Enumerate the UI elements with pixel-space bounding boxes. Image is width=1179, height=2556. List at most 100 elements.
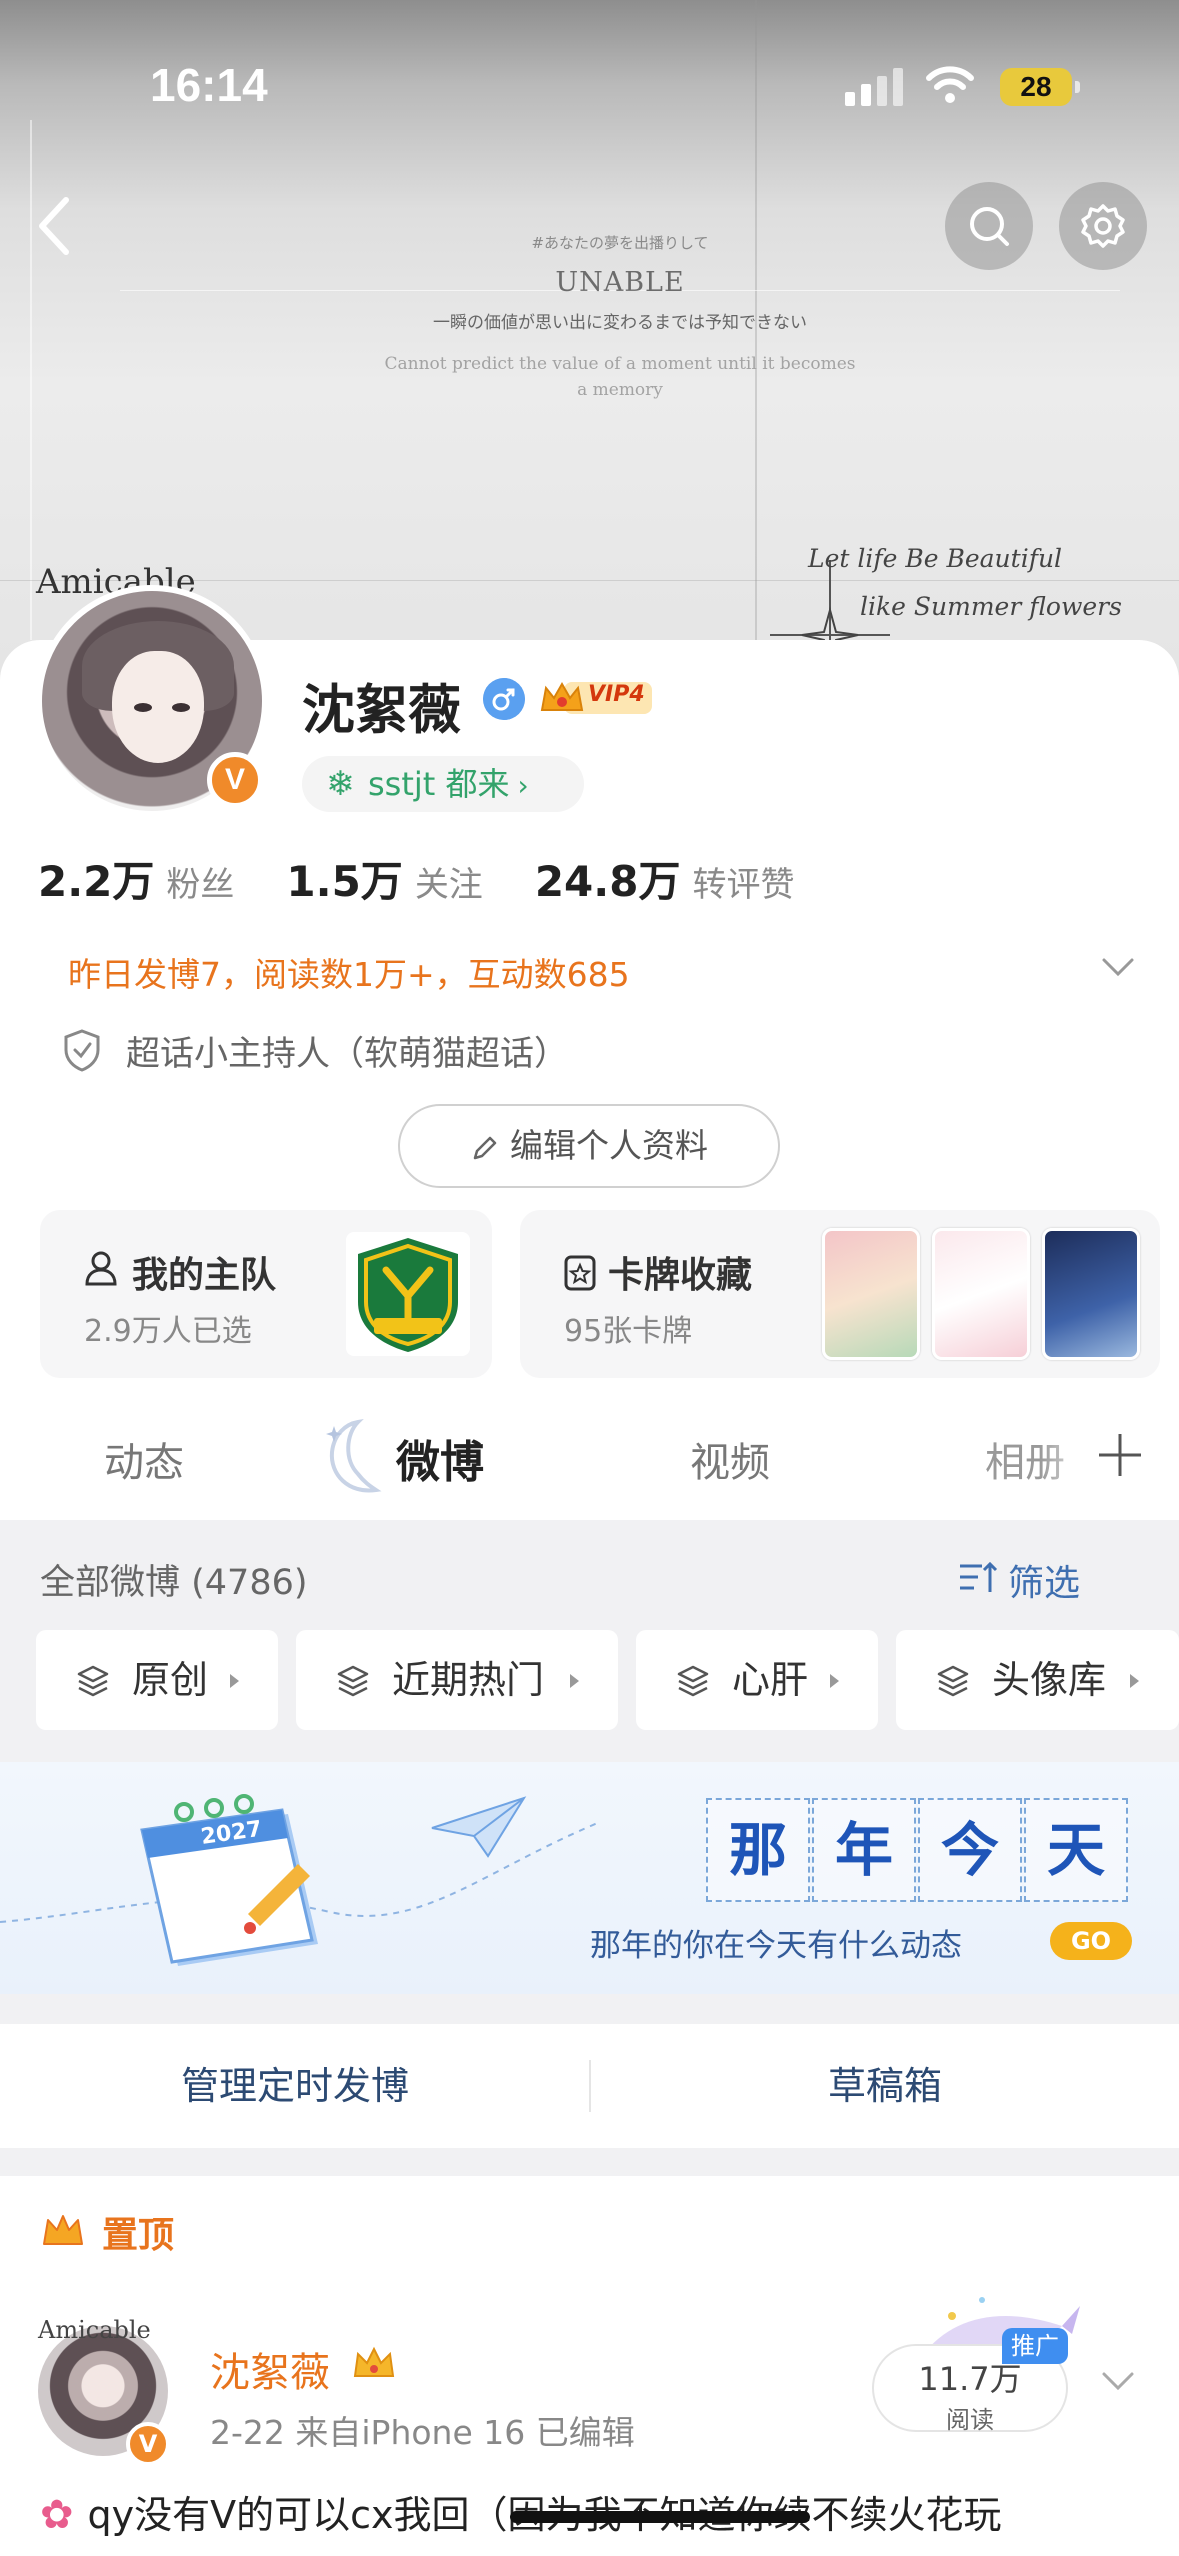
stat-following-value[interactable]: 1.5万: [286, 848, 402, 909]
scribble-redaction: [510, 2511, 810, 2523]
filter-chip-original[interactable]: 原创: [36, 1630, 278, 1730]
gear-icon: [1081, 204, 1125, 248]
status-bar: 16:14 28: [0, 0, 1179, 170]
verified-badge: V: [207, 752, 263, 808]
poem-line: #あなたの夢を出播りして: [531, 234, 709, 252]
male-icon: [483, 678, 525, 720]
filter-chip-avatar-library[interactable]: 头像库: [896, 1630, 1179, 1730]
tag-label: sstjt 都来: [368, 765, 510, 803]
chip-arrow-icon: [570, 1674, 579, 1688]
card-icon: [564, 1255, 596, 1291]
edit-profile-label: 编辑个人资料: [510, 1126, 708, 1165]
tab-scroll-fade: [1040, 1390, 1100, 1520]
tab-video[interactable]: 视频: [690, 1430, 770, 1488]
layers-icon: [937, 1665, 969, 1697]
chip-label: 心肝: [732, 1658, 809, 1702]
card-collection-label: 卡牌收藏: [608, 1255, 753, 1296]
guoan-logo-icon: [346, 1232, 470, 1356]
feed-filter-section: 全部微博 (4786) 筛选 原创 近期热门 心肝 头像库: [0, 1520, 1179, 1760]
post-verified-badge: V: [126, 2422, 170, 2466]
plus-icon[interactable]: [1095, 1430, 1145, 1480]
chip-label: 原创: [132, 1658, 209, 1702]
collected-card-thumbnail: [1042, 1228, 1140, 1360]
snowflake-icon: ❄: [326, 764, 355, 804]
post-actions-bar: 管理定时发博 草稿箱: [0, 2024, 1179, 2148]
stat-reposts-value[interactable]: 24.8万: [535, 848, 681, 909]
calendar-icon: 2027: [140, 1794, 318, 1966]
stat-followers-label[interactable]: 粉丝: [166, 857, 234, 906]
profile-stats: 2.2万 粉丝 1.5万 关注 24.8万 转评赞: [38, 848, 846, 909]
search-icon: [970, 207, 1009, 246]
paper-plane-icon: [431, 1796, 527, 1858]
banner-title-char: 今: [918, 1798, 1022, 1902]
filter-button[interactable]: 筛选: [960, 1554, 1081, 1606]
banner-title-char: 年: [812, 1798, 916, 1902]
pencil-icon: [473, 1136, 497, 1159]
post-meta: 2-22 来自iPhone 16 已编辑: [210, 2413, 635, 2452]
cover-poem: #あなたの夢を出播りして UNABLE 一瞬の価値が思い出に変わるまでは予知でき…: [380, 232, 860, 403]
handwriting-line: Let life Be Beautiful: [808, 544, 1063, 573]
promote-badge[interactable]: 推广: [1002, 2328, 1068, 2364]
drafts-button[interactable]: 草稿箱: [590, 2024, 1179, 2148]
banner-title-char: 天: [1024, 1798, 1128, 1902]
handwriting-line: like Summer flowers: [860, 592, 1122, 621]
pinned-post[interactable]: 置顶 Amicable V 沈絮薇 2-22 来自iPhone 16 已编辑 1…: [0, 2176, 1179, 2556]
filter-label: 筛选: [1008, 1563, 1081, 1604]
stat-reposts-label[interactable]: 转评赞: [692, 857, 794, 906]
profile-tag-chip[interactable]: ❄ sstjt 都来 ›: [302, 756, 584, 812]
avatar-face: [112, 651, 204, 763]
avatar-overlay-text: Amicable: [38, 2316, 151, 2344]
post-author-name[interactable]: 沈絮薇: [210, 2340, 330, 2398]
avatar-eye: [134, 703, 152, 712]
banner-go-button[interactable]: GO: [1050, 1922, 1132, 1960]
stat-following-label[interactable]: 关注: [415, 857, 483, 906]
status-time: 16:14: [150, 59, 268, 111]
scheduled-posts-button[interactable]: 管理定时发博: [0, 2024, 590, 2148]
card-collection-subtitle: 95张卡牌: [564, 1314, 693, 1349]
banner-title-char: 那: [706, 1798, 810, 1902]
sort-filter-icon: [960, 1561, 998, 1592]
my-team-card[interactable]: 我的主队 2.9万人已选: [40, 1210, 492, 1378]
card-collection-card[interactable]: 卡牌收藏 95张卡牌: [520, 1210, 1160, 1378]
wifi-icon: [926, 66, 974, 103]
back-icon[interactable]: [28, 190, 88, 262]
filter-chip-recent-hot[interactable]: 近期热门: [296, 1630, 618, 1730]
banner-title: 那 年 今 天: [706, 1798, 1130, 1902]
collected-card-thumbnail: [822, 1228, 920, 1360]
poem-line: UNABLE: [555, 267, 685, 298]
chevron-down-icon[interactable]: [1100, 952, 1136, 982]
signal-icon: [845, 68, 903, 106]
battery-indicator: 28: [1000, 68, 1080, 106]
poem-line: 一瞬の価値が思い出に変わるまでは予知できない: [433, 313, 807, 333]
search-button[interactable]: [945, 182, 1033, 270]
avatar-eye: [172, 703, 190, 712]
chip-arrow-icon: [1130, 1674, 1139, 1688]
collected-card-thumbnail: [932, 1228, 1030, 1360]
pinned-label: 置顶: [40, 2206, 174, 2258]
stat-followers-value[interactable]: 2.2万: [38, 848, 154, 909]
filter-chip-heart[interactable]: 心肝: [636, 1630, 878, 1730]
crown-icon: [353, 2346, 395, 2377]
edit-profile-button[interactable]: 编辑个人资料: [398, 1104, 780, 1188]
pinned-text: 置顶: [102, 2215, 175, 2256]
poem-line: Cannot predict the value of a moment unt…: [384, 354, 856, 400]
chip-arrow-icon: [830, 1674, 839, 1688]
layers-icon: [677, 1665, 709, 1697]
chevron-down-icon[interactable]: [1100, 2366, 1136, 2396]
flower-emoji-icon: ✿: [40, 2492, 74, 2538]
settings-button[interactable]: [1059, 182, 1147, 270]
tab-dynamic[interactable]: 动态: [104, 1430, 184, 1488]
tab-weibo[interactable]: 微博: [396, 1426, 484, 1490]
shield-icon: [64, 1029, 100, 1072]
crown-icon: [43, 2215, 83, 2245]
yesterday-summary[interactable]: 昨日发博7，阅读数1万+，互动数685: [68, 948, 630, 996]
chip-arrow-icon: [230, 1674, 239, 1688]
profile-tabs: 动态 微博 视频 相册: [0, 1390, 1179, 1520]
that-year-today-banner[interactable]: 2027 那 年 今 天 那年的你在今天有什么动态 GO: [0, 1762, 1179, 1994]
super-topic-host[interactable]: 超话小主持人（软萌猫超话）: [126, 1026, 568, 1075]
vip-level-label: VIP4: [588, 682, 645, 707]
feed-count: 全部微博 (4786): [40, 1563, 308, 1603]
team-card-title: 我的主队: [132, 1255, 277, 1296]
team-card-subtitle: 2.9万人已选: [84, 1314, 252, 1349]
moon-icon: [326, 1418, 382, 1493]
